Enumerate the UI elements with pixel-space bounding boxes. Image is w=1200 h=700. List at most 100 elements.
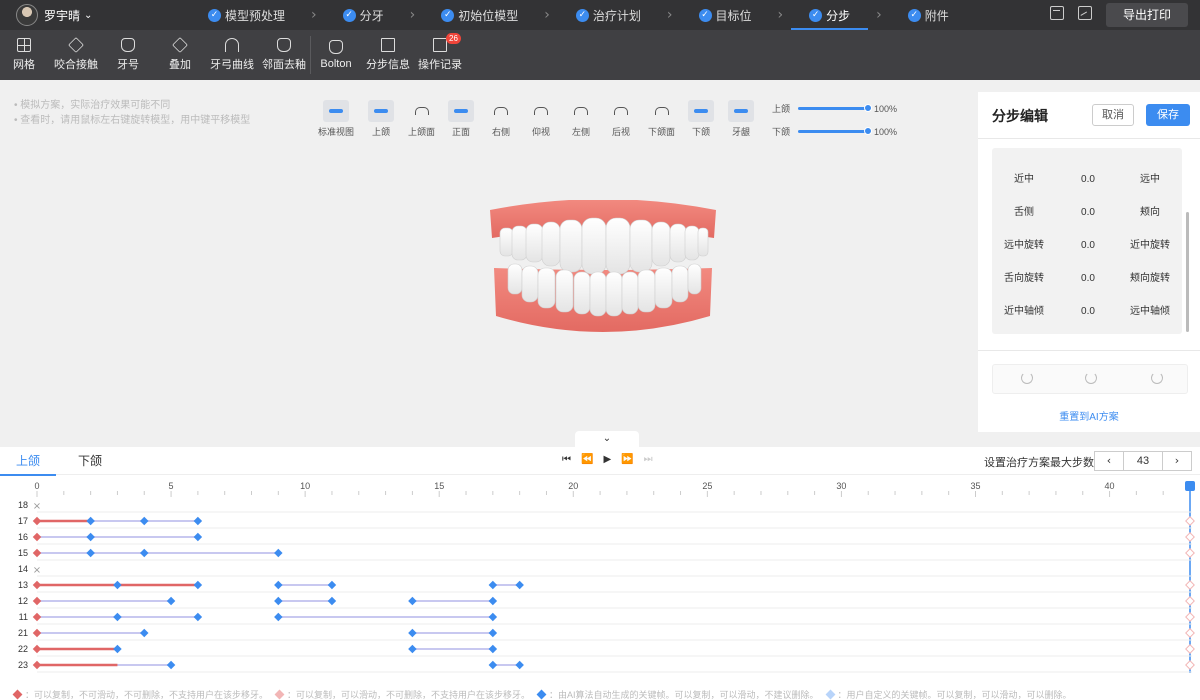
upper-opacity-knob[interactable] [864,104,872,112]
step-6[interactable]: ✓ 分步 [791,0,869,30]
tool-step-info[interactable]: 分步信息 [362,30,414,80]
tool-ipr[interactable]: 邻面去釉 [258,30,310,80]
adjustment-value[interactable]: 0.0 [1068,302,1108,322]
step-label: 模型预处理 [225,8,286,23]
tooth-label: 11 [19,612,28,622]
save-button[interactable]: 保存 [1146,104,1190,126]
view-icon [368,100,394,122]
step-forward-icon[interactable]: ⏩ [621,454,633,465]
collapse-timeline-button[interactable]: ⌄ [575,431,639,447]
arch-curve-icon [225,38,239,52]
tab-lower[interactable]: 下颌 [62,447,118,475]
check-icon: ✓ [907,8,921,22]
keyframe-ai [193,532,203,542]
tool-tooth-number[interactable]: 牙号 [102,30,154,80]
tooth-label: 22 [18,644,28,654]
skip-to-start-icon[interactable]: ⏮ [562,454,571,465]
legend-text: ：由AI算法自动生成的关键帧。可以复制，可以滑动，不建议删除。 [549,690,819,700]
legend-text: ：用户自定义的关键帧。可以复制，可以滑动，可以删除。 [837,690,1072,700]
adjustment-row[interactable]: 远中旋转 0.0 近中旋转 [992,236,1182,256]
undo-icon[interactable] [1085,372,1097,384]
chevron-right-icon: › [666,7,673,23]
view-button-10[interactable]: 下颌 [688,100,714,138]
redo-icon[interactable] [1151,372,1163,384]
adjustment-row[interactable]: 舌侧 0.0 颊向 [992,203,1182,223]
step-2[interactable]: ✓ 分牙 [325,0,402,30]
skip-to-end-icon[interactable]: ⏭ [644,454,653,465]
chevron-right-icon: › [311,7,317,23]
max-steps-stepper[interactable]: ‹ 43 › [1094,451,1192,471]
chevron-right-icon: › [777,7,784,23]
tool-grid[interactable]: 网格 [0,30,50,80]
document-icon[interactable] [1050,6,1064,20]
check-icon: ✓ [809,8,823,22]
3d-viewport[interactable]: 模拟方案，实际治疗效果可能不同查看时，请用鼠标左右键旋转模型，用中键平移模型 标… [0,80,978,446]
view-button-11[interactable]: 牙龈 [728,100,754,138]
adjustment-row[interactable]: 近中轴倾 0.0 远中轴倾 [992,302,1182,322]
step-4[interactable]: ✓ 治疗计划 [558,0,659,30]
view-button-6[interactable]: 仰视 [528,100,554,138]
current-step-marker [1185,481,1195,491]
keyframe-end [1185,660,1195,670]
keyframe-ai [193,612,203,622]
adjustment-scrollbar[interactable] [1186,212,1189,332]
view-label: 正面 [451,127,470,137]
step-timeline-chart[interactable]: 0 5 10 15 20 25 30 35 40 18 × 17 16 15 14 × 13 12 11 21 22 23 [0,477,1200,677]
adjustment-value[interactable]: 0.0 [1068,236,1108,256]
tool-arch-curve[interactable]: 牙弓曲线 [206,30,258,80]
view-button-7[interactable]: 左侧 [568,100,594,138]
view-button-8[interactable]: 后视 [608,100,634,138]
tool-bolton[interactable]: Bolton [310,30,362,80]
absent-mark: × [33,565,41,576]
adjustment-row[interactable]: 近中 0.0 远中 [992,170,1182,190]
keyframe-ai [113,580,122,590]
view-button-4[interactable]: 正面 [448,100,474,138]
view-button-3[interactable]: 上颌面 [408,100,435,138]
upper-opacity-slider[interactable]: 上颌 100% [772,102,897,115]
adjustment-left: 舌侧 [1014,207,1034,218]
lower-opacity-knob[interactable] [864,127,872,135]
check-icon: ✓ [698,8,712,22]
adjustment-list[interactable]: 近中 0.0 远中 舌侧 0.0 颊向 远中旋转 0.0 近中旋转 舌向旋转 0.0 颊向旋转 近中轴倾… [992,148,1182,334]
step-back-icon[interactable]: ⏪ [581,454,593,465]
tool-overlay[interactable]: 叠加 [154,30,206,80]
teeth-model[interactable] [488,200,718,340]
step-7[interactable]: ✓ 附件 [890,0,967,30]
diamond-icon [274,689,285,700]
max-steps-value[interactable]: 43 [1124,451,1162,471]
keyframe-ai [274,612,283,622]
play-icon[interactable]: ▶ [603,454,611,465]
adjustment-value[interactable]: 0.0 [1068,203,1108,223]
image-icon[interactable] [1078,6,1092,20]
tab-upper[interactable]: 上颌 [0,447,57,476]
keyframe-start [32,580,42,590]
adjustment-value[interactable]: 0.0 [1068,269,1108,289]
user-menu[interactable]: 罗宇晴 ⌄ [0,4,200,26]
tick-label: 5 [169,481,174,491]
view-button-5[interactable]: 右侧 [488,100,514,138]
adjustment-right: 近中旋转 [1130,240,1170,251]
adjustment-row[interactable]: 舌向旋转 0.0 颊向旋转 [992,269,1182,289]
view-button-1[interactable]: 标准视图 [318,100,354,138]
keyframe-ai [488,612,498,622]
step-3[interactable]: ✓ 初始位模型 [423,0,536,30]
reset-icon[interactable] [1021,372,1033,384]
view-icon [409,100,435,122]
decrement-button[interactable]: ‹ [1094,451,1124,471]
adjustment-value[interactable]: 0.0 [1068,170,1108,190]
step-5[interactable]: ✓ 目标位 [681,0,770,30]
step-1[interactable]: ✓ 模型预处理 [190,0,303,30]
reset-to-ai-link[interactable]: 重置到AI方案 [978,408,1200,423]
lower-opacity-slider[interactable]: 下颌 100% [772,125,897,138]
diamond-icon [536,689,547,700]
view-button-2[interactable]: 上颌 [368,100,394,138]
overlay-icon [172,37,188,53]
step-label: 目标位 [715,8,752,23]
export-print-button[interactable]: 导出打印 [1106,3,1188,27]
cancel-button[interactable]: 取消 [1092,104,1134,126]
increment-button[interactable]: › [1162,451,1192,471]
view-button-9[interactable]: 下颌面 [648,100,675,138]
avatar [16,4,38,26]
adjustment-left: 舌向旋转 [1004,273,1044,284]
tool-occlusion[interactable]: 咬合接触 [50,30,102,80]
